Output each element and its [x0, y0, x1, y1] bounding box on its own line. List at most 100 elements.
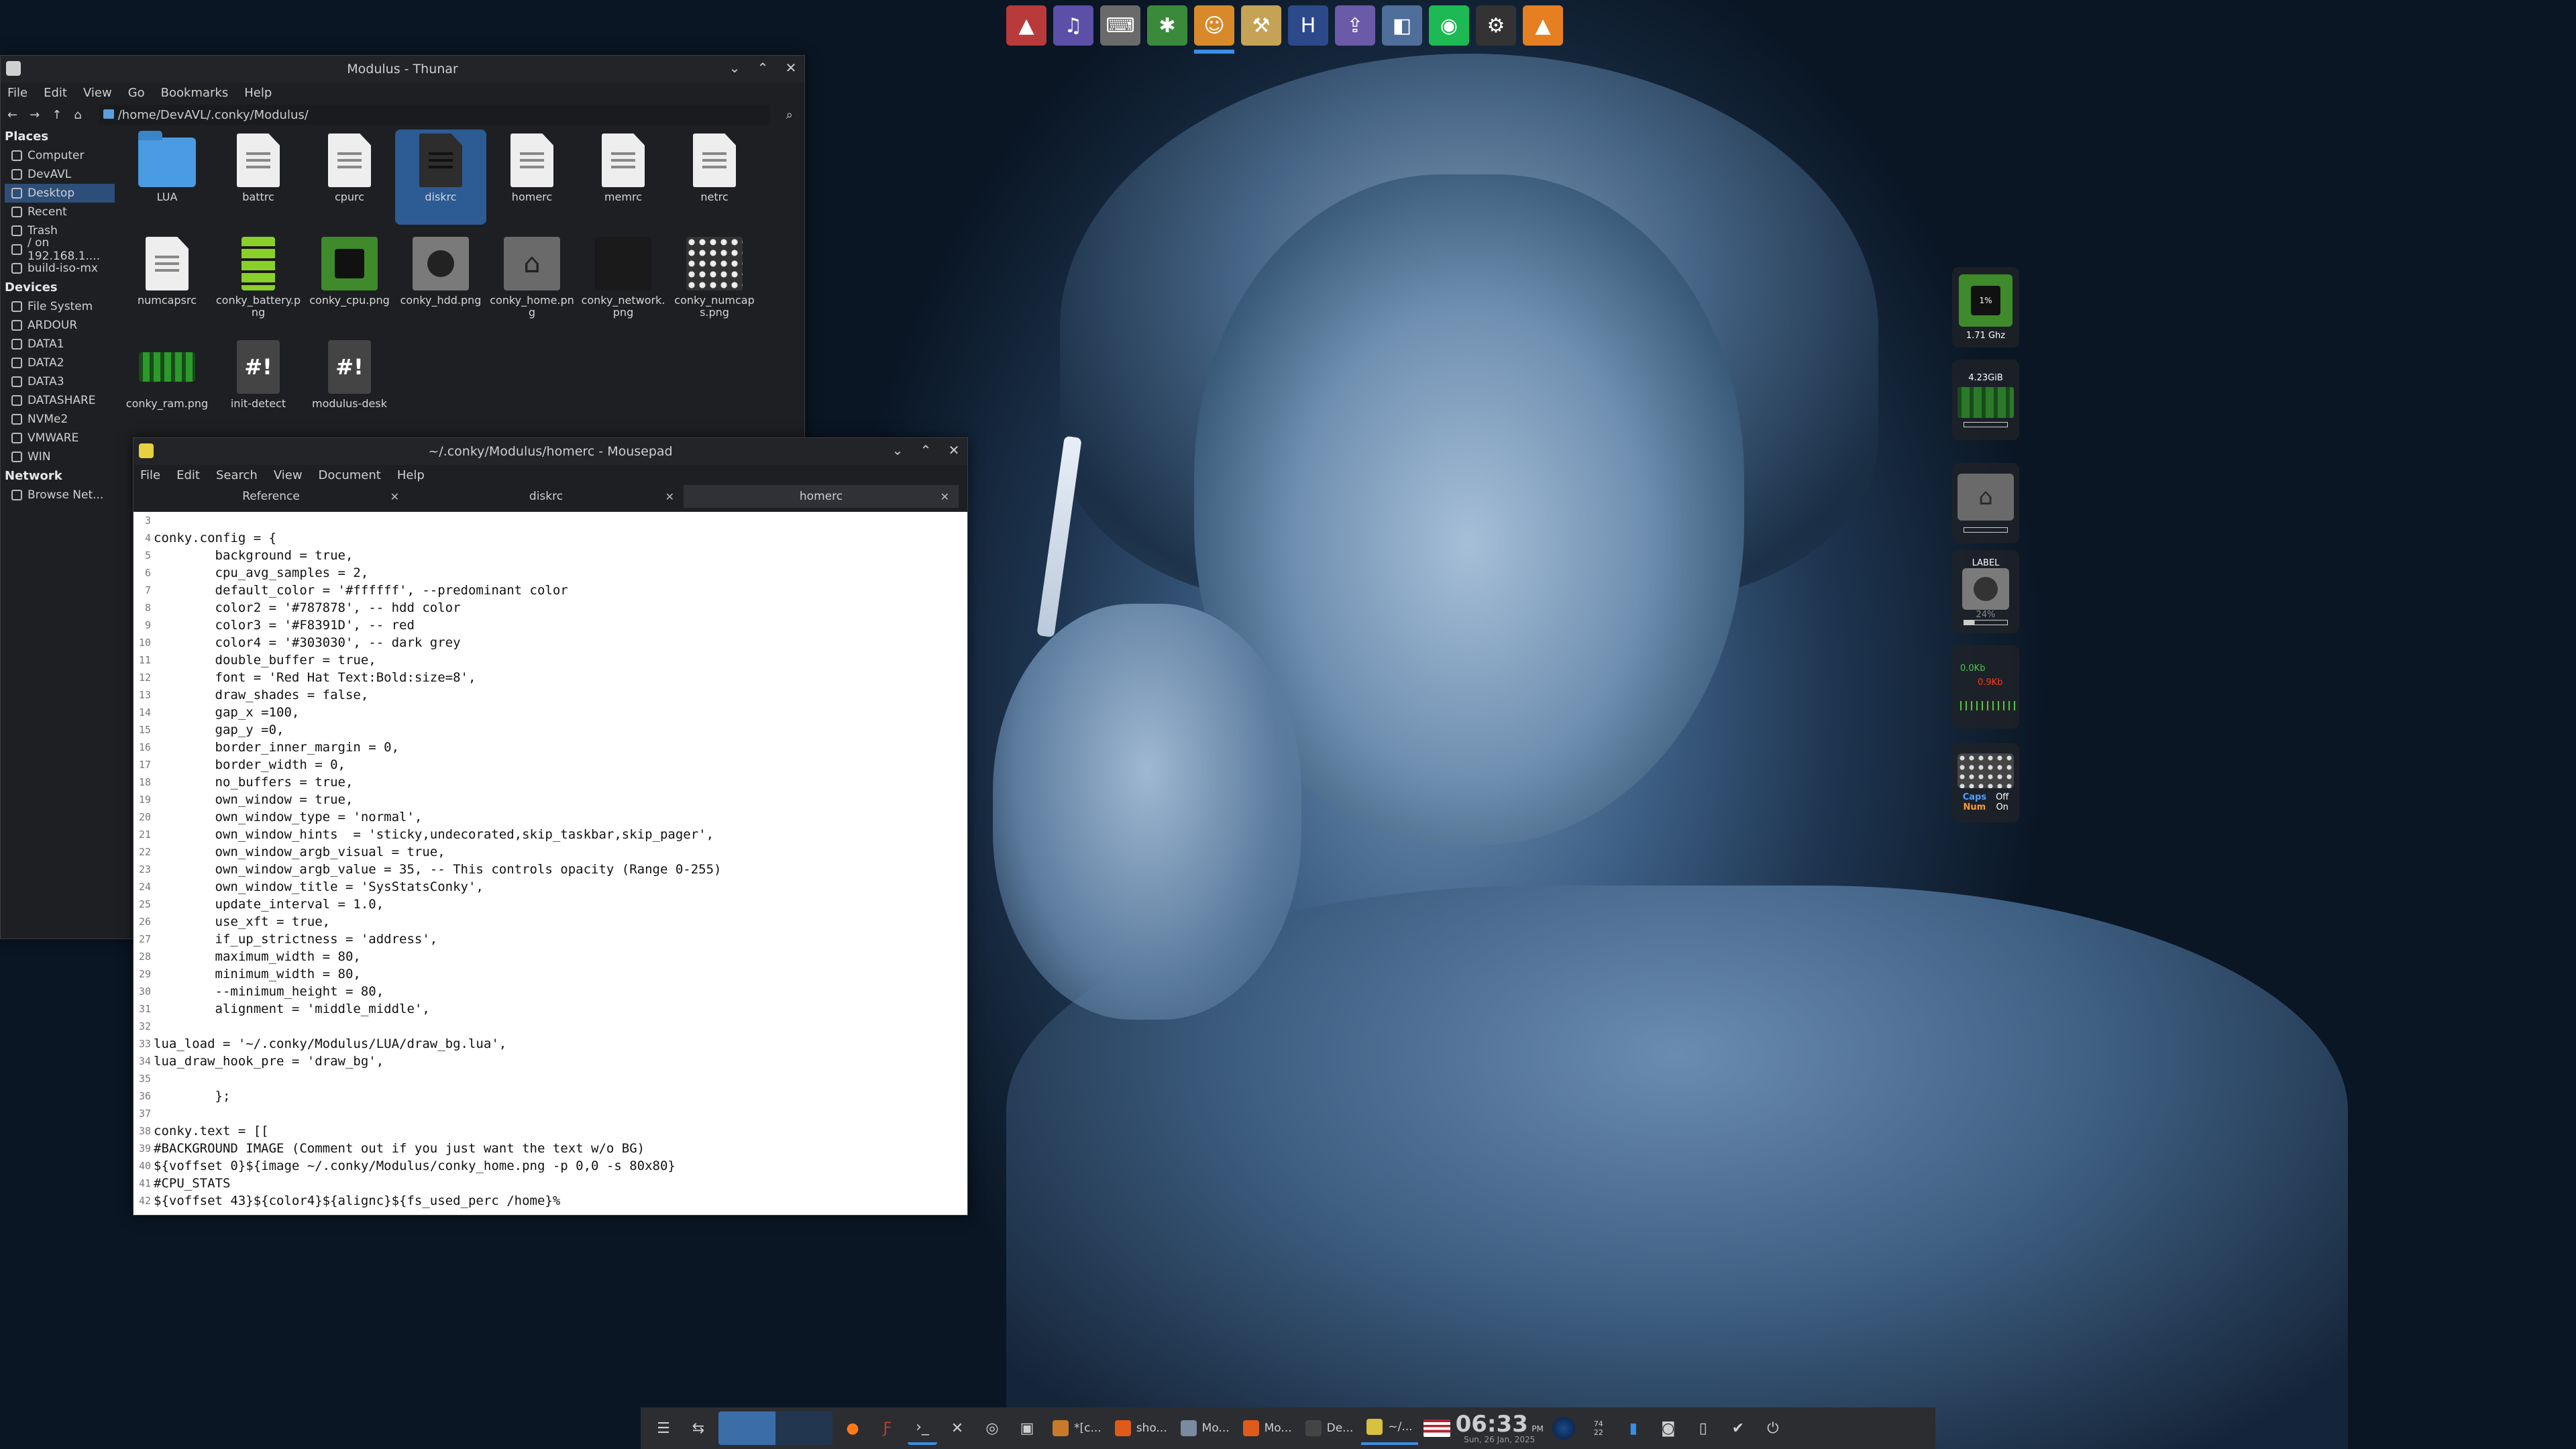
place-item[interactable]: Desktop	[5, 184, 115, 203]
editor-text-area[interactable]: 3 4 conky.config = {5 background = true, 6 …	[133, 512, 967, 1215]
device-item[interactable]: DATA3	[5, 372, 115, 391]
tab-close-icon[interactable]: ✕	[941, 490, 949, 503]
mixer-launcher-icon[interactable]: ◧	[1382, 5, 1422, 46]
headphones-launcher-icon[interactable]: ♫	[1053, 5, 1093, 46]
us-flag-icon[interactable]	[1423, 1419, 1450, 1437]
hammer-launcher-icon[interactable]: ⚒	[1241, 5, 1281, 46]
file-item[interactable]: conky_numcaps.png	[669, 233, 760, 328]
network-item[interactable]: Browse Net...	[5, 486, 115, 504]
place-item[interactable]: DevAVL	[5, 165, 115, 184]
close-icon[interactable]: ✕	[946, 442, 962, 458]
device-item[interactable]: NVMe2	[5, 410, 115, 429]
file-item[interactable]: memrc	[578, 129, 669, 225]
power-icon[interactable]: ⏻	[1758, 1411, 1788, 1445]
maximize-icon[interactable]: ⌃	[755, 60, 771, 76]
minimize-icon[interactable]: ⌄	[727, 60, 743, 76]
disk-tray-icon[interactable]: ◙	[1654, 1411, 1683, 1445]
device-item[interactable]: ARDOUR	[5, 316, 115, 335]
mousepad-menu-file[interactable]: File	[140, 468, 160, 482]
taskbar-task-button[interactable]: De...	[1300, 1411, 1359, 1445]
thunar-menu-help[interactable]: Help	[244, 86, 272, 100]
chat-launcher-icon[interactable]: ☺	[1194, 5, 1234, 54]
taskbar-task-button[interactable]: sho...	[1110, 1411, 1173, 1445]
device-item[interactable]: DATA1	[5, 335, 115, 354]
place-item[interactable]: Computer	[5, 146, 115, 165]
game-launcher-icon[interactable]: ✱	[1147, 5, 1187, 46]
terminal-icon[interactable]: ›_	[908, 1411, 937, 1445]
file-item[interactable]: homerc	[486, 129, 578, 225]
device-item[interactable]: VMWARE	[5, 429, 115, 447]
taskbar-task-button[interactable]: Mo...	[1238, 1411, 1297, 1445]
updates-tray-icon[interactable]: ✔	[1723, 1411, 1753, 1445]
search-icon[interactable]: ⌕	[786, 108, 793, 122]
file-item[interactable]: ⌂ conky_home.png	[486, 233, 578, 328]
filezilla-icon[interactable]: Ƒ	[873, 1411, 902, 1445]
keyboard-launcher-icon[interactable]: ⌨	[1100, 5, 1140, 46]
menu-icon[interactable]: ☰	[649, 1411, 678, 1445]
back-icon[interactable]: ←	[7, 108, 17, 122]
place-item[interactable]: / on 192.168.1....	[5, 236, 115, 263]
mousepad-menu-view[interactable]: View	[274, 468, 303, 482]
location-path-field[interactable]: /home/DevAVL/.conky/Modulus/	[99, 105, 770, 125]
file-item[interactable]: conky_hdd.png	[395, 233, 486, 328]
close-icon[interactable]: ✕	[783, 60, 799, 76]
tab-close-icon[interactable]: ✕	[665, 490, 674, 503]
file-item[interactable]: netrc	[669, 129, 760, 225]
file-item[interactable]: #! modulus-desk	[304, 336, 395, 431]
hexchat-launcher-icon[interactable]: H	[1288, 5, 1328, 46]
mousepad-menu-search[interactable]: Search	[216, 468, 258, 482]
workspace-pager[interactable]	[718, 1411, 833, 1445]
app-a-launcher-icon[interactable]: ▲	[1006, 5, 1046, 46]
mousepad-titlebar[interactable]: ~/.conky/Modulus/homerc - Mousepad ⌄ ⌃ ✕	[133, 438, 967, 465]
up-icon[interactable]: ↑	[52, 108, 62, 122]
device-item[interactable]: File System	[5, 297, 115, 316]
forward-icon[interactable]: →	[30, 108, 40, 122]
maximize-icon[interactable]: ⌃	[918, 442, 934, 458]
tab-diskrc[interactable]: diskrc ✕	[409, 485, 684, 508]
tab-reference[interactable]: Reference ✕	[133, 485, 409, 508]
window-icon[interactable]: ▣	[1012, 1411, 1042, 1445]
home-icon[interactable]: ⌂	[74, 108, 81, 122]
file-item[interactable]: battrc	[213, 129, 304, 225]
xfce-icon[interactable]: ✕	[943, 1411, 972, 1445]
thunar-menu-edit[interactable]: Edit	[44, 86, 67, 100]
clock[interactable]: 06:33 PM Sun, 26 Jan, 2025	[1456, 1413, 1544, 1444]
place-item[interactable]: Recent	[5, 203, 115, 221]
file-item[interactable]: conky_network.png	[578, 233, 669, 328]
file-item[interactable]: conky_ram.png	[121, 336, 213, 431]
taskbar-task-button[interactable]: ~/...	[1361, 1411, 1418, 1445]
file-item[interactable]: conky_battery.png	[213, 233, 304, 328]
screenshot-icon[interactable]: ◎	[977, 1411, 1007, 1445]
taskbar-task-button[interactable]: Mo...	[1175, 1411, 1235, 1445]
thunar-menu-file[interactable]: File	[7, 86, 28, 100]
settings-launcher-icon[interactable]: ⚙	[1476, 5, 1516, 46]
mousepad-menu-document[interactable]: Document	[319, 468, 381, 482]
tab-homerc[interactable]: homerc ✕	[684, 485, 959, 508]
minimize-icon[interactable]: ⌄	[890, 442, 906, 458]
taskbar-task-button[interactable]: *[c...	[1047, 1411, 1107, 1445]
desktop-switcher-icon[interactable]: ⇆	[684, 1411, 713, 1445]
usb-tray-icon[interactable]: ▯	[1688, 1411, 1718, 1445]
file-item[interactable]: diskrc	[395, 129, 486, 225]
file-item[interactable]: #! init-detect	[213, 336, 304, 431]
tab-close-icon[interactable]: ✕	[390, 490, 399, 503]
mousepad-menu-help[interactable]: Help	[397, 468, 425, 482]
weather-icon[interactable]	[1549, 1411, 1578, 1445]
file-item[interactable]: LUA	[121, 129, 213, 225]
spotify-launcher-icon[interactable]: ◉	[1429, 5, 1469, 46]
file-item[interactable]: cpurc	[304, 129, 395, 225]
cpu-tray-icon[interactable]: 74 22	[1584, 1411, 1613, 1445]
device-item[interactable]: WIN	[5, 447, 115, 466]
thunar-menu-go[interactable]: Go	[128, 86, 145, 100]
firefox-icon[interactable]: ●	[838, 1411, 867, 1445]
thunar-menu-bookmarks[interactable]: Bookmarks	[161, 86, 229, 100]
file-item[interactable]: conky_cpu.png	[304, 233, 395, 328]
mousepad-menu-edit[interactable]: Edit	[176, 468, 200, 482]
device-item[interactable]: DATA2	[5, 354, 115, 372]
vlc-launcher-icon[interactable]: ▲	[1523, 5, 1563, 46]
device-item[interactable]: DATASHARE	[5, 391, 115, 410]
file-item[interactable]: numcapsrc	[121, 233, 213, 328]
updater-launcher-icon[interactable]: ⇪	[1335, 5, 1375, 46]
tray-bar-icon[interactable]: ▮	[1619, 1411, 1648, 1445]
thunar-titlebar[interactable]: Modulus - Thunar ⌄ ⌃ ✕	[1, 56, 804, 83]
